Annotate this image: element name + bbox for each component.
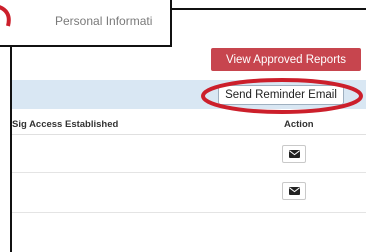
column-header-action: Action [284,119,314,130]
screenshot-frame: Personal Informati View Approved Reports… [0,0,366,252]
send-reminder-email-button[interactable]: Send Reminder Email [218,85,344,105]
send-email-button-row-1[interactable] [282,145,306,163]
tab-label: Personal Informati [55,14,153,28]
row-divider [12,212,366,213]
row-divider [12,172,366,173]
header-divider [12,134,366,135]
column-header-sig-access: Sig Access Established [12,119,119,130]
page-border-top [170,8,366,10]
envelope-icon [288,187,300,195]
personal-information-tab[interactable]: Personal Informati [0,0,172,47]
send-email-button-row-2[interactable] [282,182,306,200]
envelope-icon [288,150,300,158]
view-approved-reports-button[interactable]: View Approved Reports [211,48,361,71]
highlight-mark [0,5,11,27]
